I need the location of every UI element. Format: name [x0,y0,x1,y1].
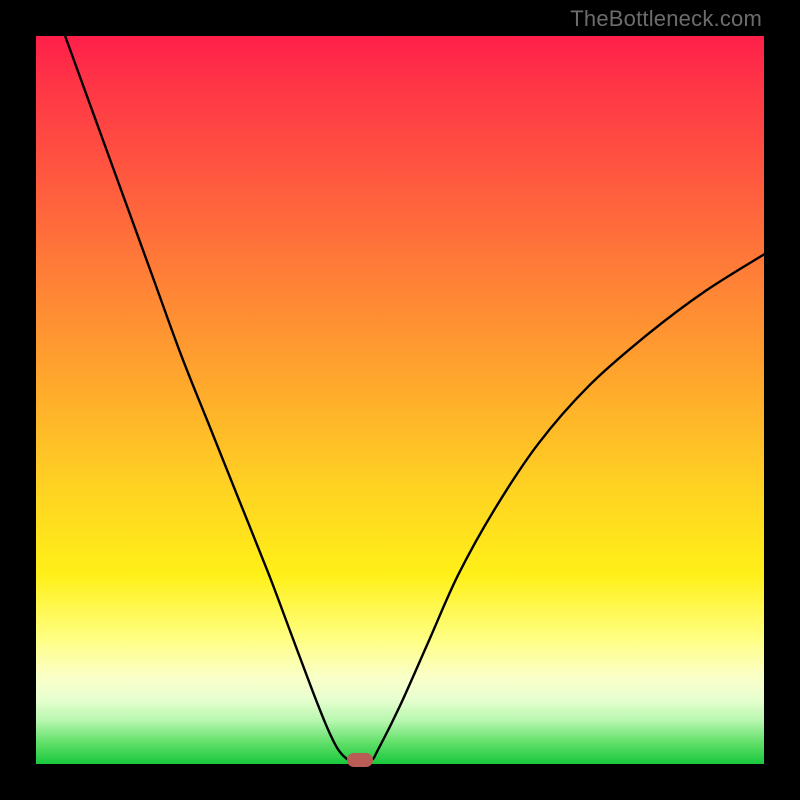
bottleneck-curve-path [65,36,764,761]
plot-area [36,36,764,764]
optimum-marker [347,753,373,767]
chart-frame: TheBottleneck.com [0,0,800,800]
watermark-text: TheBottleneck.com [570,6,762,32]
curve-svg [36,36,764,764]
